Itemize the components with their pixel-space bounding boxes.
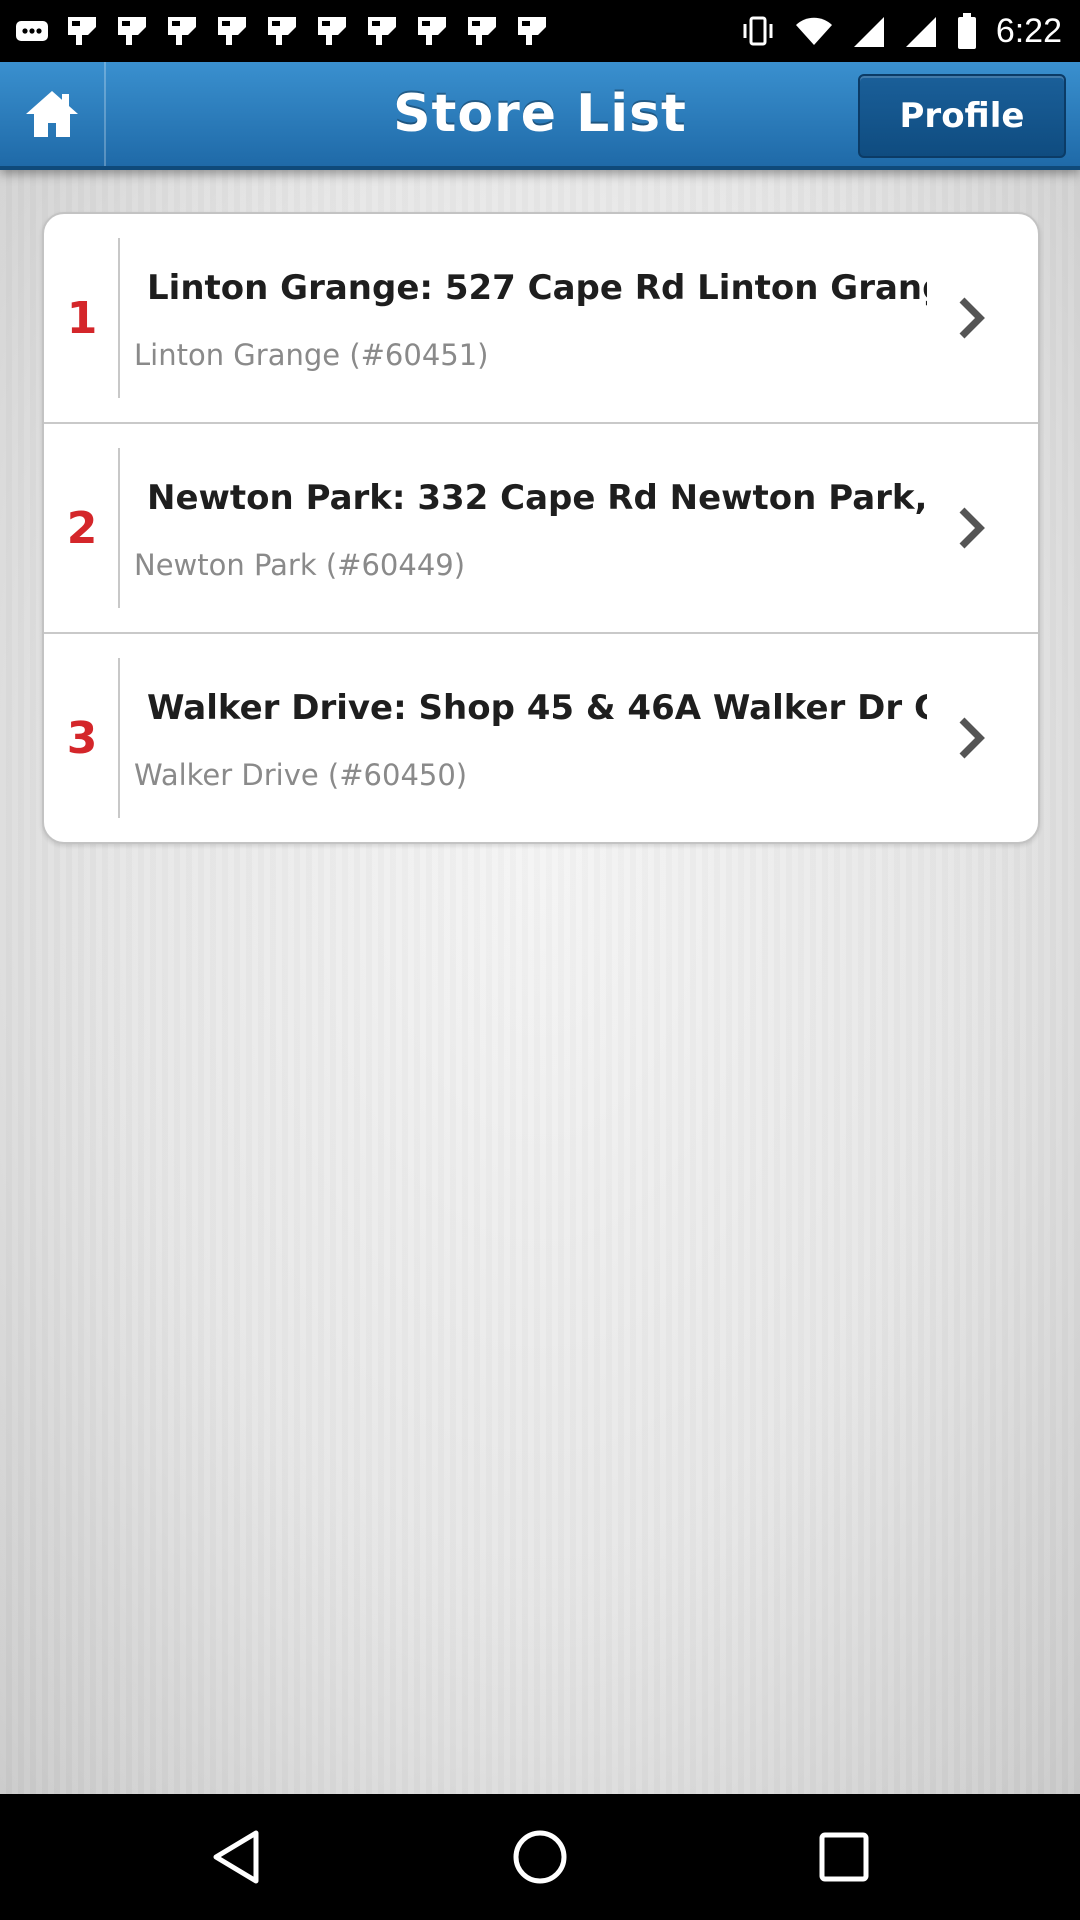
app-notification-icon — [518, 17, 546, 45]
store-name: Newton Park (#60449) — [134, 548, 466, 582]
page-title: Store List — [393, 84, 687, 144]
store-number: 3 — [66, 712, 98, 764]
app-notification-icon — [368, 17, 396, 45]
store-address: Newton Park: 332 Cape Rd Newton Park, Po… — [147, 478, 927, 518]
store-name: Linton Grange (#60451) — [134, 338, 489, 372]
battery-icon — [957, 13, 976, 49]
home-icon — [26, 91, 78, 137]
app-notification-icon — [318, 17, 346, 45]
status-bar: 6:22 — [0, 0, 1080, 62]
back-icon — [213, 1830, 259, 1884]
store-list-item[interactable]: 2 Newton Park: 332 Cape Rd Newton Park, … — [44, 424, 1038, 634]
wifi-icon — [795, 17, 832, 45]
app-notification-icon — [418, 17, 446, 45]
app-notification-icon — [68, 17, 96, 45]
row-divider — [118, 658, 120, 818]
store-address: Linton Grange: 527 Cape Rd Linton Grange… — [147, 268, 927, 308]
store-number: 2 — [66, 502, 98, 554]
more-notifications-icon — [16, 21, 48, 41]
status-time: 6:22 — [995, 11, 1062, 50]
app-notification-icon — [118, 17, 146, 45]
vibrate-icon — [743, 16, 773, 46]
app-notification-icon — [468, 17, 496, 45]
signal-icon — [905, 17, 936, 47]
chevron-right-icon — [959, 717, 985, 759]
recents-icon — [819, 1832, 869, 1882]
row-divider — [118, 448, 120, 608]
notification-icons — [14, 12, 550, 50]
store-number: 1 — [66, 292, 98, 344]
home-nav-button[interactable] — [510, 1827, 570, 1887]
recents-button[interactable] — [814, 1827, 874, 1887]
status-indicators: 6:22 — [740, 8, 1062, 54]
system-nav-bar — [0, 1794, 1080, 1920]
app-notification-icon — [218, 17, 246, 45]
app-notification-icon — [168, 17, 196, 45]
chevron-right-icon — [959, 297, 985, 339]
store-list: 1 Linton Grange: 527 Cape Rd Linton Gran… — [42, 212, 1040, 844]
back-button[interactable] — [206, 1827, 266, 1887]
row-divider — [118, 238, 120, 398]
top-bar: Store List Profile — [0, 62, 1080, 170]
home-circle-icon — [513, 1830, 567, 1884]
app-screen: Store List Profile 1 Linton Grange: 527 … — [0, 62, 1080, 1794]
app-notification-icon — [268, 17, 296, 45]
store-name: Walker Drive (#60450) — [134, 758, 468, 792]
store-address: Walker Drive: Shop 45 & 46A Walker Dr Ce… — [147, 688, 927, 728]
signal-icon — [853, 17, 884, 47]
profile-button[interactable]: Profile — [858, 74, 1066, 158]
store-list-item[interactable]: 3 Walker Drive: Shop 45 & 46A Walker Dr … — [44, 634, 1038, 842]
store-list-item[interactable]: 1 Linton Grange: 527 Cape Rd Linton Gran… — [44, 214, 1038, 424]
home-button[interactable] — [0, 62, 106, 166]
chevron-right-icon — [959, 507, 985, 549]
